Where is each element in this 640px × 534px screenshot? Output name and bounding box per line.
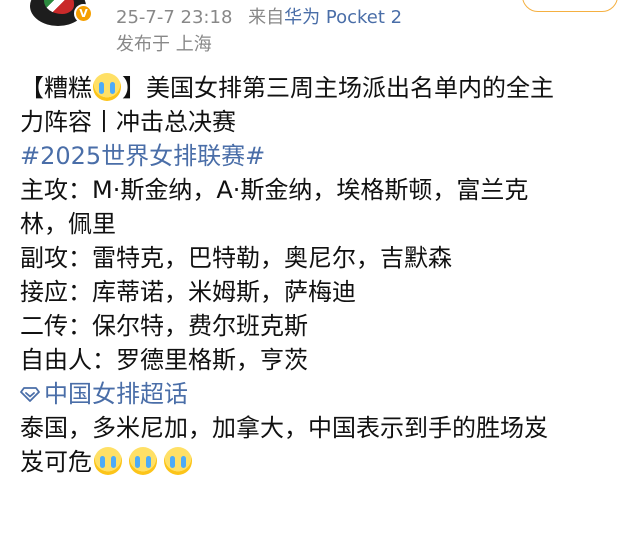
follow-button[interactable] [522,0,618,12]
post-location: 发布于 上海 [116,34,212,55]
post-meta: 25-7-7 23:18 来自华为 Pocket 2 [116,3,402,29]
post-line: 自由人：罗德里格斯，亨茨 [20,346,308,374]
crying-face-emoji-icon [93,73,121,101]
crying-face-emoji-icon [94,447,122,475]
post-line: 力阵容丨冲击总决赛 [20,108,236,136]
crying-face-emoji-icon [129,447,157,475]
verified-badge-icon: V [74,4,93,23]
super-topic-diamond-icon [20,387,40,402]
source-device-link[interactable]: 华为 Pocket 2 [284,7,402,28]
post-line: 林，佩里 [20,210,116,238]
hashtag-link[interactable]: #2025世界女排联赛# [20,139,626,173]
super-topic-link[interactable]: 中国女排超话 [20,377,626,411]
super-topic-label: 中国女排超话 [44,380,188,408]
post-line: 二传：保尔特，费尔班克斯 [20,312,308,340]
post-line: 副攻：雷特克，巴特勒，奥尼尔，吉默森 [20,244,452,272]
source-prefix: 来自 [248,7,285,28]
post-line: 接应：库蒂诺，米姆斯，萨梅迪 [20,278,356,306]
post-line: 岌可危 [20,445,626,479]
post-line: 主攻：M·斯金纳，A·斯金纳，埃格斯顿，富兰克 [20,176,529,204]
post-body: 【糟糕 】美国女排第三周主场派出名单内的全主 力阵容丨冲击总决赛 #2025世界女… [20,71,626,479]
timestamp: 25-7-7 23:18 [116,7,233,28]
post-text: 】美国女排第三周主场派出名单内的全主 [122,74,554,102]
post-text: 岌可危 [20,448,92,476]
post-line: 【糟糕 】美国女排第三周主场派出名单内的全主 [20,71,626,105]
post-line: 泰国，多米尼加，加拿大，中国表示到手的胜场岌 [20,414,548,442]
crying-face-emoji-icon [164,447,192,475]
post-text: 【糟糕 [20,74,92,102]
